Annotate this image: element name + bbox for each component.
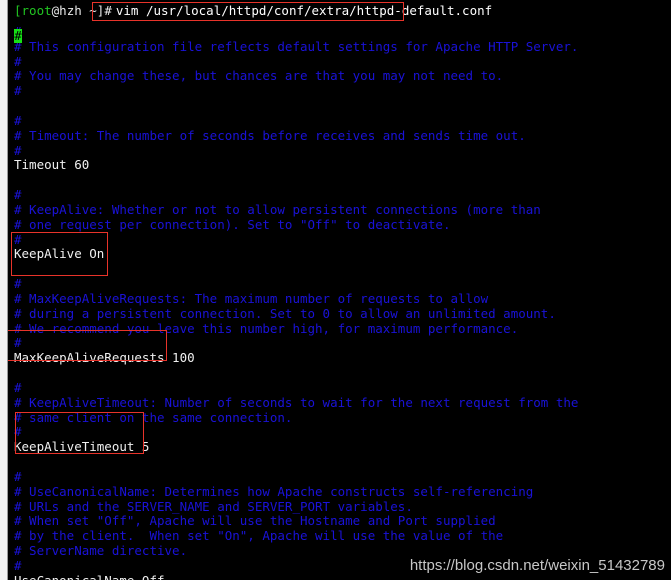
- editor-line: #: [14, 187, 22, 203]
- vim-buffer[interactable]: ## This configuration file reflects defa…: [9, 24, 671, 580]
- editor-line: MaxKeepAliveRequests 100: [14, 350, 195, 366]
- editor-line: # This configuration file reflects defau…: [14, 38, 579, 54]
- editor-line: # Timeout: The number of seconds before …: [14, 127, 526, 143]
- editor-line: #: [14, 53, 22, 69]
- editor-line: # KeepAlive: Whether or not to allow per…: [14, 201, 541, 217]
- editor-line: KeepAlive On: [14, 246, 105, 262]
- vim-block-cursor: #: [14, 28, 22, 43]
- editor-line: # When set "Off", Apache will use the Ho…: [14, 513, 496, 529]
- shell-command-text: vim /usr/local/httpd/conf/extra/httpd-de…: [115, 3, 493, 18]
- editor-line: # You may change these, but chances are …: [14, 68, 504, 84]
- watermark-url: https://blog.csdn.net/weixin_51432789: [409, 557, 665, 574]
- prompt-host: @hzh ~]#: [51, 3, 112, 18]
- editor-line: # MaxKeepAliveRequests: The maximum numb…: [14, 290, 489, 306]
- editor-line: # during a persistent connection. Set to…: [14, 305, 556, 321]
- editor-line: #: [14, 142, 22, 158]
- editor-line: #: [14, 468, 22, 484]
- editor-line: #: [14, 424, 22, 440]
- editor-line: Timeout 60: [14, 157, 90, 173]
- terminal-window: [root@hzh ~]# vim /usr/local/httpd/conf/e…: [0, 0, 671, 580]
- editor-line: # KeepAliveTimeout: Number of seconds to…: [14, 394, 579, 410]
- editor-line: #: [14, 112, 22, 128]
- editor-line: # same client on the same connection.: [14, 409, 293, 425]
- shell-prompt-line: [root@hzh ~]# vim /usr/local/httpd/conf/e…: [14, 3, 492, 18]
- editor-line: #: [14, 276, 22, 292]
- editor-line: # by the client. When set "On", Apache w…: [14, 528, 504, 544]
- editor-line: #: [14, 231, 22, 247]
- editor-line: # UseCanonicalName: Determines how Apach…: [14, 483, 534, 499]
- editor-line: #: [14, 379, 22, 395]
- editor-line: # We recommend you leave this number hig…: [14, 320, 519, 336]
- editor-line: #: [14, 83, 22, 99]
- editor-line: # ServerName directive.: [14, 543, 188, 559]
- editor-line: KeepAliveTimeout 5: [14, 439, 150, 455]
- editor-line: #: [14, 335, 22, 351]
- window-left-gutter: [0, 0, 8, 580]
- editor-line: #: [14, 557, 22, 573]
- prompt-user: [root: [14, 3, 52, 18]
- editor-line: # URLs and the SERVER_NAME and SERVER_PO…: [14, 498, 413, 514]
- editor-line: # one request per connection). Set to "O…: [14, 216, 451, 232]
- editor-line: UseCanonicalName Off: [14, 573, 165, 580]
